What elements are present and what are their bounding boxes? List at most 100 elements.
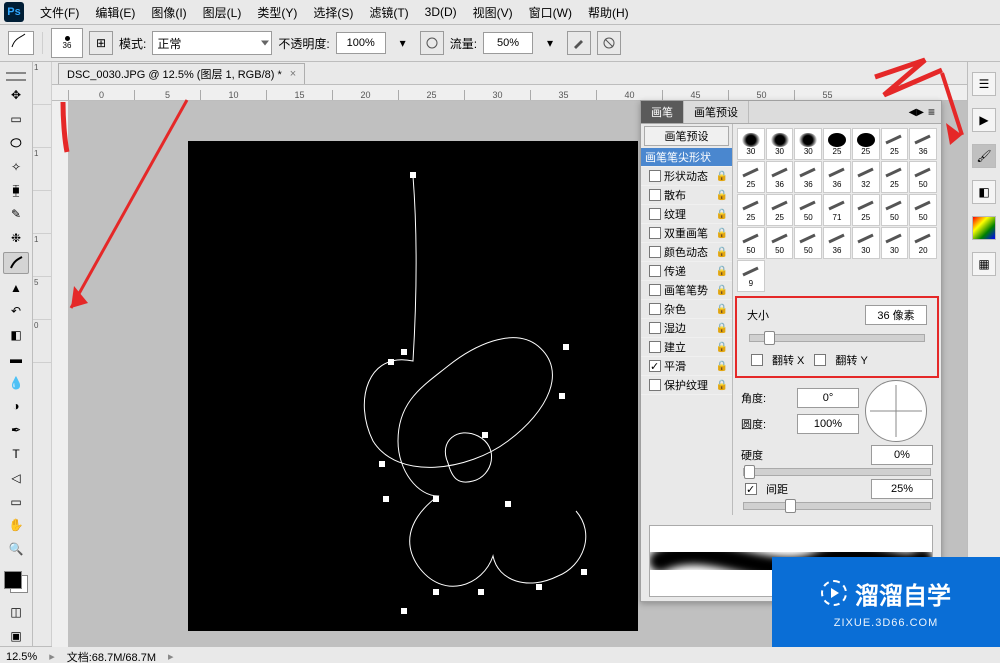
brush-tip-thumb[interactable]: 32 xyxy=(852,161,880,193)
spacing-checkbox[interactable] xyxy=(745,483,757,495)
path-select-tool[interactable]: ◁ xyxy=(4,468,28,488)
row-checkbox[interactable] xyxy=(649,170,661,182)
brush-tip-thumb[interactable]: 50 xyxy=(794,194,822,226)
row-checkbox[interactable] xyxy=(649,265,661,277)
tool-preset-icon[interactable] xyxy=(8,31,34,55)
close-tab-icon[interactable]: × xyxy=(290,68,296,80)
brush-tip-thumb[interactable]: 50 xyxy=(794,227,822,259)
brush-tip-thumb[interactable]: 25 xyxy=(852,128,880,160)
brush-tip-thumb[interactable]: 25 xyxy=(881,161,909,193)
menu-image[interactable]: 图像(I) xyxy=(143,4,194,21)
brush-row-画笔笔尖形状[interactable]: 画笔笔尖形状 xyxy=(641,148,732,167)
row-checkbox[interactable] xyxy=(649,360,661,372)
path-handle[interactable] xyxy=(388,359,394,365)
size-input[interactable]: 36 像素 xyxy=(865,305,927,325)
brush-tip-thumb[interactable]: 25 xyxy=(737,161,765,193)
canvas[interactable] xyxy=(188,141,638,631)
brush-row-形状动态[interactable]: 形状动态🔒 xyxy=(641,167,732,186)
gradient-tool[interactable]: ▬ xyxy=(4,349,28,369)
eyedropper-tool[interactable]: ✎ xyxy=(4,204,28,224)
path-handle[interactable] xyxy=(536,584,542,590)
brush-tip-thumb[interactable]: 25 xyxy=(881,128,909,160)
brush-row-建立[interactable]: 建立🔒 xyxy=(641,338,732,357)
blend-mode-select[interactable]: 正常 xyxy=(152,31,272,55)
history-brush-tool[interactable]: ↶ xyxy=(4,301,28,321)
brush-tip-thumb[interactable]: 30 xyxy=(737,128,765,160)
hand-tool[interactable]: ✋ xyxy=(4,515,28,535)
path-handle[interactable] xyxy=(505,501,511,507)
spacing-input[interactable]: 25% xyxy=(871,479,933,499)
path-handle[interactable] xyxy=(482,432,488,438)
rectangle-tool[interactable]: ▭ xyxy=(4,492,28,512)
brush-row-湿边[interactable]: 湿边🔒 xyxy=(641,319,732,338)
zoom-level[interactable]: 12.5% xyxy=(6,651,37,663)
brush-tip-thumb[interactable]: 30 xyxy=(852,227,880,259)
menu-layer[interactable]: 图层(L) xyxy=(195,4,250,21)
brush-preset-picker[interactable]: 36 xyxy=(51,28,83,58)
patch-tool[interactable]: ❉ xyxy=(4,228,28,248)
chevron-left-icon[interactable]: ◀▶ xyxy=(909,107,924,118)
menu-filter[interactable]: 滤镜(T) xyxy=(361,4,416,21)
navigator-panel-icon[interactable]: ◧ xyxy=(972,180,996,204)
lasso-tool[interactable] xyxy=(4,133,28,153)
row-checkbox[interactable] xyxy=(649,303,661,315)
brush-tip-thumb[interactable]: 25 xyxy=(737,194,765,226)
zoom-tool[interactable]: 🔍 xyxy=(4,539,28,559)
stamp-tool[interactable]: ▲ xyxy=(4,278,28,298)
brush-row-杂色[interactable]: 杂色🔒 xyxy=(641,300,732,319)
row-checkbox[interactable] xyxy=(649,284,661,296)
path-handle[interactable] xyxy=(433,496,439,502)
flip-y-checkbox[interactable] xyxy=(814,354,826,366)
brush-tip-thumb[interactable]: 71 xyxy=(823,194,851,226)
eraser-tool[interactable]: ◧ xyxy=(4,325,28,345)
color-swatch[interactable] xyxy=(4,571,28,593)
blur-tool[interactable]: 💧 xyxy=(4,373,28,393)
brush-tip-thumb[interactable]: 50 xyxy=(881,194,909,226)
menu-select[interactable]: 选择(S) xyxy=(305,4,361,21)
menu-file[interactable]: 文件(F) xyxy=(32,4,87,21)
marquee-tool[interactable]: ▭ xyxy=(4,109,28,129)
brush-tip-thumb[interactable]: 36 xyxy=(909,128,937,160)
doc-tab[interactable]: DSC_0030.JPG @ 12.5% (图层 1, RGB/8) * × xyxy=(58,63,305,84)
menu-3d[interactable]: 3D(D) xyxy=(417,5,465,19)
menu-edit[interactable]: 编辑(E) xyxy=(87,4,143,21)
pen-tool[interactable]: ✒ xyxy=(4,420,28,440)
brush-tip-thumb[interactable]: 36 xyxy=(766,161,794,193)
history-panel-icon[interactable]: ☰ xyxy=(972,72,996,96)
path-handle[interactable] xyxy=(559,393,565,399)
dodge-tool[interactable]: ◑ xyxy=(4,397,28,417)
row-checkbox[interactable] xyxy=(649,189,661,201)
path-handle[interactable] xyxy=(478,589,484,595)
move-tool[interactable]: ✥ xyxy=(4,85,28,105)
angle-input[interactable]: 0° xyxy=(797,388,859,408)
brush-tip-thumb[interactable]: 25 xyxy=(766,194,794,226)
hardness-input[interactable]: 0% xyxy=(871,445,933,465)
brush-tip-thumb[interactable]: 50 xyxy=(737,227,765,259)
screen-mode-toggle[interactable]: ▣ xyxy=(4,626,28,646)
menu-help[interactable]: 帮助(H) xyxy=(580,4,637,21)
brush-tip-thumb[interactable]: 36 xyxy=(823,161,851,193)
collapsed-panel-strip[interactable]: 11150 xyxy=(33,62,52,646)
hardness-slider[interactable] xyxy=(743,468,931,476)
path-handle[interactable] xyxy=(383,496,389,502)
path-handle[interactable] xyxy=(401,608,407,614)
color-panel-icon[interactable] xyxy=(972,216,996,240)
path-handle[interactable] xyxy=(410,172,416,178)
brush-row-画笔笔势[interactable]: 画笔笔势🔒 xyxy=(641,281,732,300)
path-handle[interactable] xyxy=(581,569,587,575)
path-handle[interactable] xyxy=(563,344,569,350)
panel-menu-icon[interactable]: ≡ xyxy=(928,105,935,119)
brush-row-平滑[interactable]: 平滑🔒 xyxy=(641,357,732,376)
actions-panel-icon[interactable]: ▶ xyxy=(972,108,996,132)
roundness-input[interactable]: 100% xyxy=(797,414,859,434)
styles-panel-icon[interactable]: ▦ xyxy=(972,252,996,276)
wand-tool[interactable]: ✧ xyxy=(4,157,28,177)
brush-tip-thumb[interactable]: 50 xyxy=(909,194,937,226)
chevron-down-icon[interactable]: ▾ xyxy=(539,32,561,54)
row-checkbox[interactable] xyxy=(649,227,661,239)
tab-brush-presets[interactable]: 画笔预设 xyxy=(684,101,749,123)
brush-tip-thumb[interactable]: 36 xyxy=(823,227,851,259)
brush-row-传递[interactable]: 传递🔒 xyxy=(641,262,732,281)
brush-row-纹理[interactable]: 纹理🔒 xyxy=(641,205,732,224)
brush-tip-thumb[interactable]: 30 xyxy=(766,128,794,160)
